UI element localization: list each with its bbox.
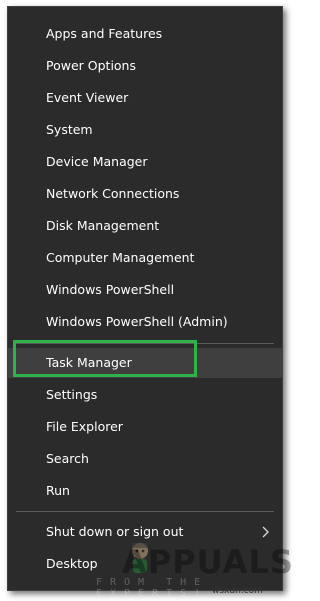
- menu-item-event-viewer[interactable]: Event Viewer: [8, 83, 282, 113]
- menu-item-device-manager[interactable]: Device Manager: [8, 147, 282, 177]
- menu-item-label: System: [46, 122, 93, 137]
- menu-item-label: Run: [46, 483, 70, 498]
- menu-item-windows-powershell[interactable]: Windows PowerShell: [8, 275, 282, 305]
- menu-item-label: Settings: [46, 387, 98, 402]
- menu-item-settings[interactable]: Settings: [8, 380, 282, 410]
- menu-item-label: Windows PowerShell: [46, 282, 175, 297]
- menu-item-task-manager[interactable]: Task Manager: [8, 348, 282, 378]
- menu-item-label: Event Viewer: [46, 90, 129, 105]
- chevron-right-icon: [260, 517, 272, 547]
- menu-item-windows-powershell-admin[interactable]: Windows PowerShell (Admin): [8, 307, 282, 337]
- menu-item-apps-and-features[interactable]: Apps and Features: [8, 19, 282, 49]
- menu-item-system[interactable]: System: [8, 115, 282, 145]
- screenshot-frame: Apps and Features Power Options Event Vi…: [0, 0, 294, 601]
- menu-item-power-options[interactable]: Power Options: [8, 51, 282, 81]
- menu-item-label: Network Connections: [46, 186, 180, 201]
- menu-item-shut-down-or-sign-out[interactable]: Shut down or sign out: [8, 517, 282, 547]
- winx-context-menu: Apps and Features Power Options Event Vi…: [7, 6, 293, 599]
- menu-item-run[interactable]: Run: [8, 476, 282, 506]
- menu-item-label: Power Options: [46, 58, 136, 73]
- menu-item-label: Apps and Features: [46, 26, 163, 41]
- menu-item-label: Search: [46, 451, 89, 466]
- menu-item-disk-management[interactable]: Disk Management: [8, 211, 282, 241]
- menu-item-file-explorer[interactable]: File Explorer: [8, 412, 282, 442]
- menu-item-label: Task Manager: [46, 355, 132, 370]
- site-watermark: wsxdn.com: [212, 586, 263, 596]
- menu-item-label: Shut down or sign out: [46, 524, 184, 539]
- menu-separator: [16, 343, 274, 344]
- menu-item-search[interactable]: Search: [8, 444, 282, 474]
- menu-item-label: File Explorer: [46, 419, 123, 434]
- menu-item-label: Device Manager: [46, 154, 148, 169]
- menu-item-label: Windows PowerShell (Admin): [46, 314, 228, 329]
- menu-item-computer-management[interactable]: Computer Management: [8, 243, 282, 273]
- menu-item-label: Computer Management: [46, 250, 195, 265]
- menu-separator: [16, 511, 274, 512]
- menu-item-label: Desktop: [46, 556, 98, 571]
- menu-item-network-connections[interactable]: Network Connections: [8, 179, 282, 209]
- menu-item-desktop[interactable]: Desktop: [8, 549, 282, 579]
- menu-item-label: Disk Management: [46, 218, 160, 233]
